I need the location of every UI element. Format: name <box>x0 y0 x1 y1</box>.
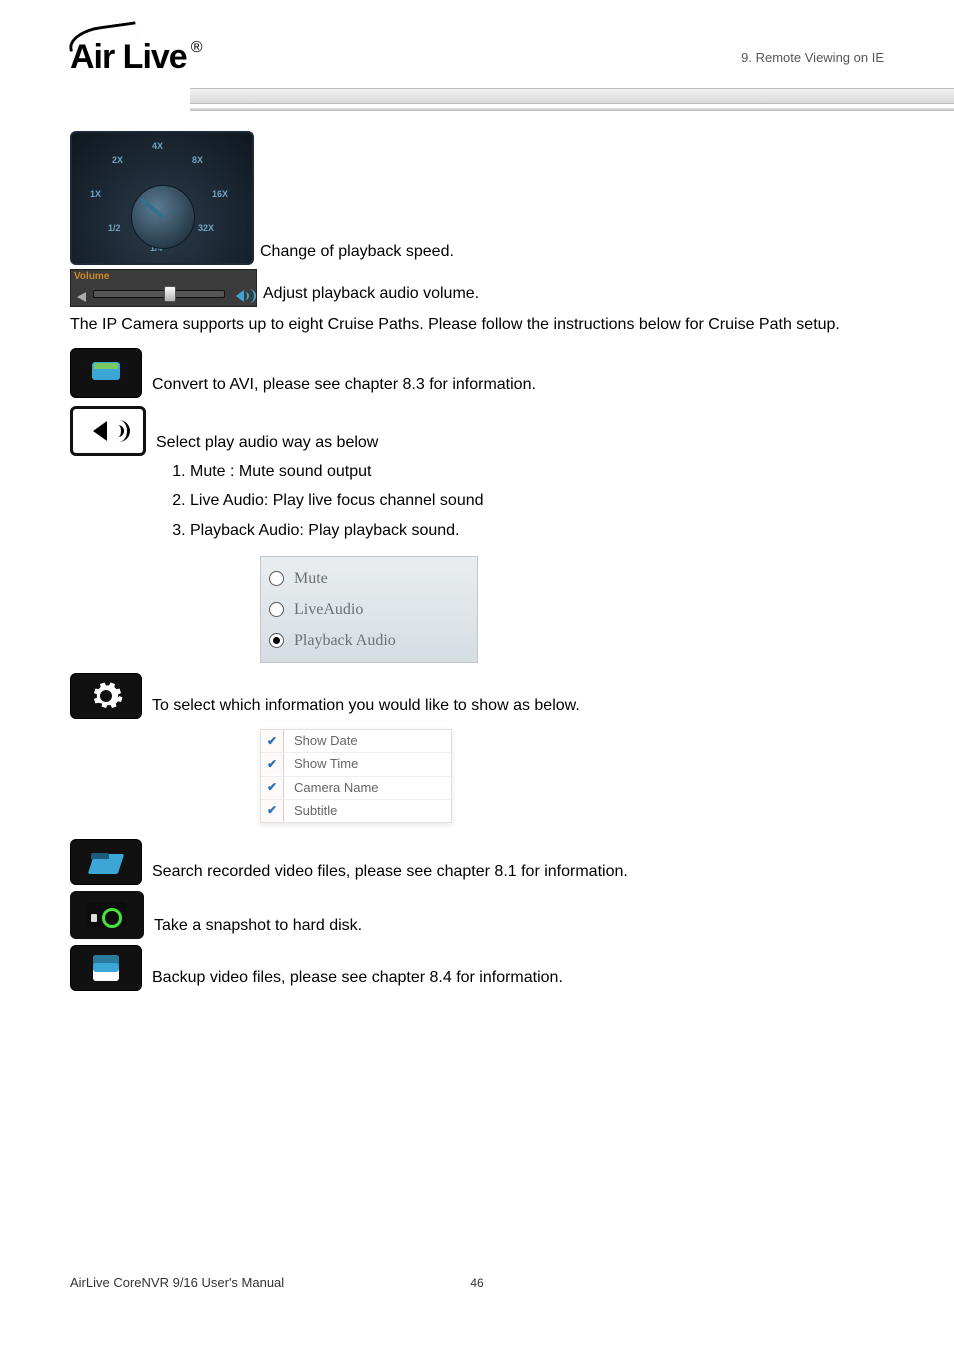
playback-speed-dial[interactable]: 4X 2X 8X 1X 16X 1/2 32X 1/4 <box>70 131 254 265</box>
settings-caption: To select which information you would li… <box>152 692 884 719</box>
speed-1x: 1X <box>90 187 101 202</box>
check-label-time: Show Time <box>284 753 358 775</box>
camera-lens-icon <box>102 908 122 928</box>
volume-slider[interactable] <box>93 290 225 298</box>
audio-options-list: Mute : Mute sound output Live Audio: Pla… <box>70 458 884 544</box>
volume-caption: Adjust playback audio volume. <box>263 280 884 307</box>
check-camera-name[interactable]: ✔ Camera Name <box>261 777 451 800</box>
manual-title: AirLive CoreNVR 9/16 User's Manual <box>70 1275 284 1290</box>
radio-label-live: LiveAudio <box>294 596 363 623</box>
registered-mark: ® <box>191 39 202 56</box>
convert-avi-button[interactable] <box>70 348 142 398</box>
radio-label-mute: Mute <box>294 565 328 592</box>
page-footer: AirLive CoreNVR 9/16 User's Manual 46 <box>0 1275 954 1290</box>
backup-caption: Backup video files, please see chapter 8… <box>152 964 884 991</box>
snapshot-button[interactable] <box>70 891 144 939</box>
radio-label-playback: Playback Audio <box>294 627 396 654</box>
speed-caption: Change of playback speed. <box>260 238 884 265</box>
header-band <box>190 88 954 104</box>
speaker-icon[interactable] <box>236 290 252 302</box>
check-subtitle[interactable]: ✔ Subtitle <box>261 800 451 822</box>
audio-mode-button[interactable] <box>70 406 146 456</box>
volume-title: Volume <box>74 268 109 285</box>
snapshot-caption: Take a snapshot to hard disk. <box>154 912 884 939</box>
radio-liveaudio[interactable]: LiveAudio <box>269 594 469 625</box>
check-label-subtitle: Subtitle <box>284 800 337 822</box>
volume-control[interactable]: Volume <box>70 269 257 307</box>
cruise-text: The IP Camera supports up to eight Cruis… <box>70 311 884 338</box>
avi-caption: Convert to AVI, please see chapter 8.3 f… <box>152 371 884 398</box>
audio-radio-panel: Mute LiveAudio Playback Audio <box>260 556 478 664</box>
audio-option-mute: Mute : Mute sound output <box>190 458 884 485</box>
radio-dot-live[interactable] <box>269 602 284 617</box>
radio-playbackaudio[interactable]: Playback Audio <box>269 625 469 656</box>
speed-2x: 2X <box>112 153 123 168</box>
chapter-label: 9. Remote Viewing on IE <box>741 50 884 65</box>
mute-icon[interactable] <box>77 292 86 302</box>
check-label-date: Show Date <box>284 730 358 752</box>
audio-caption: Select play audio way as below <box>156 429 884 456</box>
audio-row: Select play audio way as below <box>70 406 884 456</box>
radio-mute[interactable]: Mute <box>269 563 469 594</box>
radio-dot-mute[interactable] <box>269 571 284 586</box>
gear-icon <box>88 678 124 714</box>
display-options-menu: ✔ Show Date ✔ Show Time ✔ Camera Name ✔ … <box>260 729 452 822</box>
volume-row: Volume Adjust playback audio volume. <box>70 269 884 307</box>
search-files-button[interactable] <box>70 839 142 885</box>
check-show-time[interactable]: ✔ Show Time <box>261 753 451 776</box>
check-icon: ✔ <box>261 753 284 775</box>
display-settings-button[interactable] <box>70 673 142 719</box>
page-content: 4X 2X 8X 1X 16X 1/2 32X 1/4 Change of pl… <box>0 111 954 991</box>
speed-32x: 32X <box>198 221 214 236</box>
check-icon: ✔ <box>261 777 284 799</box>
page-header: Air Live® 9. Remote Viewing on IE <box>0 0 954 74</box>
speed-4x: 4X <box>152 139 163 154</box>
page-number: 46 <box>470 1276 483 1290</box>
volume-thumb[interactable] <box>164 286 176 302</box>
speed-16x: 16X <box>212 187 228 202</box>
dial-knob[interactable] <box>131 185 195 249</box>
check-icon: ✔ <box>261 730 284 752</box>
speed-row: 4X 2X 8X 1X 16X 1/2 32X 1/4 Change of pl… <box>70 131 884 265</box>
audio-option-live: Live Audio: Play live focus channel soun… <box>190 487 884 514</box>
speed-8x: 8X <box>192 153 203 168</box>
search-caption: Search recorded video files, please see … <box>152 858 884 885</box>
speed-half: 1/2 <box>108 221 121 236</box>
radio-dot-playback[interactable] <box>269 633 284 648</box>
check-label-camera: Camera Name <box>284 777 379 799</box>
settings-row: To select which information you would li… <box>70 673 884 719</box>
backup-row: Backup video files, please see chapter 8… <box>70 945 884 991</box>
avi-row: Convert to AVI, please see chapter 8.3 f… <box>70 348 884 398</box>
snapshot-row: Take a snapshot to hard disk. <box>70 891 884 939</box>
brand-logo: Air Live® <box>70 40 202 74</box>
search-row: Search recorded video files, please see … <box>70 839 884 885</box>
audio-option-playback: Playback Audio: Play playback sound. <box>190 517 884 544</box>
check-icon: ✔ <box>261 800 284 822</box>
backup-button[interactable] <box>70 945 142 991</box>
check-show-date[interactable]: ✔ Show Date <box>261 730 451 753</box>
